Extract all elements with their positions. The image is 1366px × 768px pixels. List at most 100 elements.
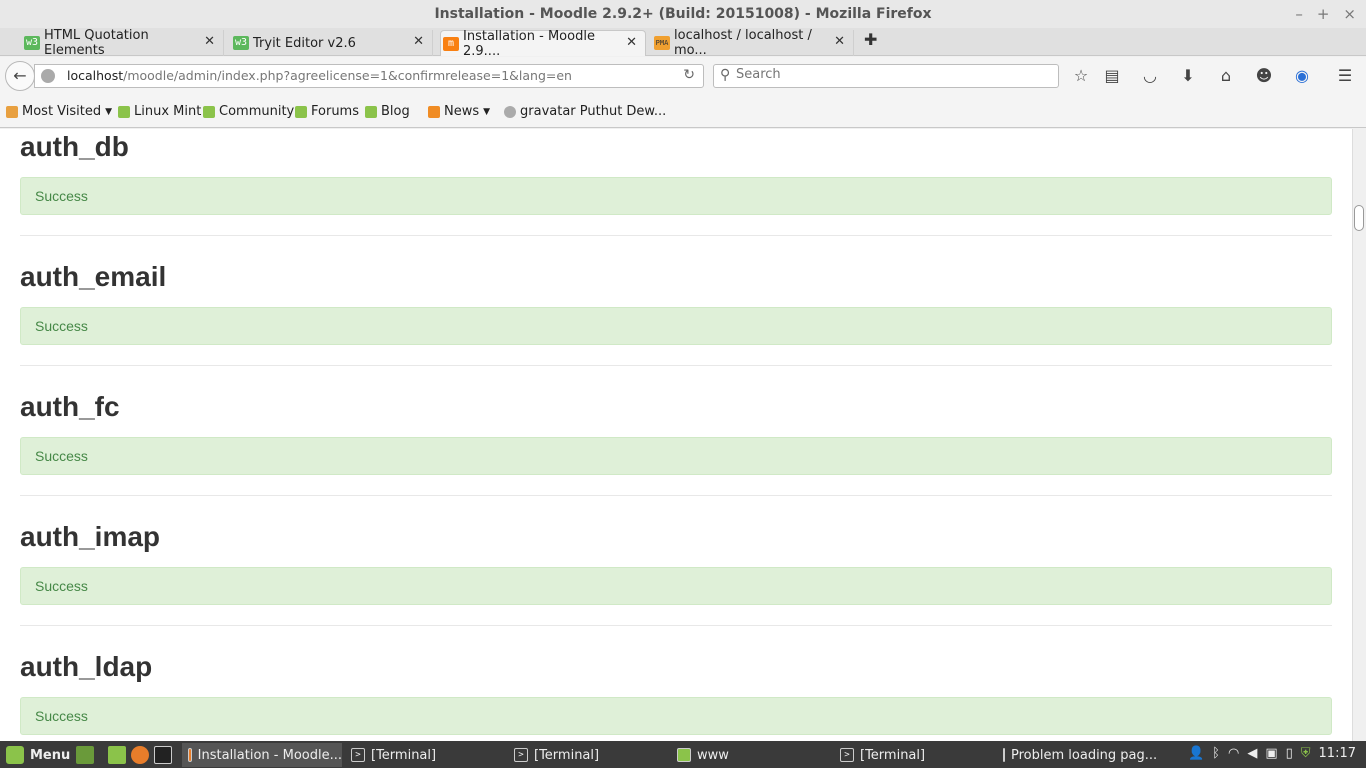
taskbar-item-www[interactable]: www [671,743,831,767]
shield-icon[interactable]: ⛨ [1301,746,1311,761]
folder-icon[interactable] [108,746,126,764]
bookmarks-toolbar: Most Visited ▼ Linux Mint Community Foru… [0,95,1366,128]
network-icon[interactable]: ▣ [1265,746,1277,761]
plugin-heading: auth_db [20,131,129,162]
bookmark-blog[interactable]: Blog [365,104,410,119]
most-visited-icon [6,105,18,118]
menu-label: Menu [30,747,71,763]
close-tab-icon[interactable]: ✕ [204,34,215,49]
home-icon[interactable]: ⌂ [1214,64,1238,88]
clock[interactable]: 11:17 [1319,746,1356,761]
taskbar-item-terminal-2[interactable]: > [Terminal] [508,743,668,767]
task-label: [Terminal] [860,747,926,763]
success-notification: Success [20,437,1332,475]
section-divider [20,365,1332,366]
success-notification: Success [20,307,1332,345]
close-tab-icon[interactable]: ✕ [834,34,845,49]
tab-html-quotation[interactable]: w3 HTML Quotation Elements ✕ [22,28,224,58]
show-desktop-icon[interactable] [76,746,94,764]
mint-icon [365,105,377,118]
bookmark-star-icon[interactable]: ☆ [1069,64,1093,88]
task-label: [Terminal] [371,747,437,763]
bookmark-label: gravatar Puthut Dew... [520,104,667,119]
reload-icon[interactable]: ↻ [683,67,695,83]
section-divider [20,495,1332,496]
window-title: Installation - Moodle 2.9.2+ (Build: 201… [434,6,932,22]
bookmark-community[interactable]: Community [203,104,294,119]
minimize-icon[interactable]: – [1295,0,1303,28]
terminal-icon: > [514,748,528,762]
tab-moodle-installation[interactable]: m Installation - Moodle 2.9.... ✕ [440,29,646,59]
bluetooth-icon[interactable]: ᛒ [1212,746,1220,761]
moodle-icon: m [443,37,459,51]
taskbar-item-terminal-3[interactable]: > [Terminal] [834,743,994,767]
bookmark-label: Forums [311,104,359,119]
hamburger-menu-icon[interactable]: ☰ [1333,64,1357,88]
volume-icon[interactable]: ◀ [1247,746,1257,761]
search-input[interactable] [736,67,1046,82]
plugin-heading: auth_ldap [20,651,153,682]
firefox-icon[interactable] [131,746,149,764]
hello-icon[interactable]: ☻ [1252,64,1276,88]
mint-icon [203,105,215,118]
plugin-section-auth-imap: auth_imap Success [20,519,1332,605]
bookmark-label: Blog [381,104,410,119]
terminal-icon[interactable] [154,746,172,764]
scrollbar-thumb[interactable] [1354,205,1364,231]
search-bar[interactable]: ⚲ [713,64,1059,88]
bookmark-label: Community [219,104,295,119]
pocket-icon[interactable]: ◡ [1138,64,1162,88]
close-tab-icon[interactable]: ✕ [626,35,637,50]
close-tab-icon[interactable]: ✕ [413,34,424,49]
maximize-icon[interactable]: + [1317,0,1330,28]
w3-icon: w3 [233,36,249,50]
plugin-heading: auth_imap [20,521,161,552]
plugin-section-auth-db: auth_db Success [20,129,1332,215]
folder-icon [677,748,691,762]
arrow-left-icon: ← [13,66,27,85]
addon-icon[interactable]: ◉ [1290,64,1314,88]
close-window-icon[interactable]: × [1343,0,1356,28]
start-menu-button[interactable]: Menu [6,744,70,766]
bookmark-linux-mint[interactable]: Linux Mint [118,104,201,119]
back-button[interactable]: ← [5,61,35,91]
url-path: /moodle/admin/index.php?agreelicense=1&c… [123,68,572,83]
phpmyadmin-icon: PMA [654,36,670,50]
user-icon[interactable]: 👤 [1188,746,1204,761]
mint-icon [118,105,130,118]
success-notification: Success [20,697,1332,735]
tab-tryit-editor[interactable]: w3 Tryit Editor v2.6 ✕ [231,30,433,56]
reading-list-icon[interactable]: ▤ [1100,64,1124,88]
new-tab-button[interactable]: ✚ [864,30,877,49]
url-host: localhost [67,68,124,83]
plugin-section-auth-email: auth_email Success [20,259,1332,345]
taskbar-item-terminal-1[interactable]: > [Terminal] [345,743,505,767]
bookmark-label: Most Visited [22,104,102,119]
task-label: www [697,747,729,763]
bookmark-news[interactable]: News ▼ [428,104,490,119]
download-icon[interactable]: ⬇ [1176,64,1200,88]
bookmark-gravatar[interactable]: gravatar Puthut Dew... [504,104,666,119]
task-label: Installation - Moodle... [197,747,342,763]
plugin-heading: auth_fc [20,391,120,422]
success-notification: Success [20,567,1332,605]
wifi-icon[interactable]: ◠ [1228,746,1239,761]
url-text[interactable]: localhost/moodle/admin/index.php?agreeli… [67,68,572,83]
page-content: auth_db Success auth_email Success auth_… [0,129,1352,741]
globe-icon [504,105,516,118]
taskbar-item-problem-loading[interactable]: Problem loading pag... [997,743,1157,767]
bookmark-most-visited[interactable]: Most Visited ▼ [6,104,112,119]
system-tray: 👤 ᛒ ◠ ◀ ▣ ▯ ⛨ 11:17 [1188,746,1356,761]
url-bar[interactable]: localhost/moodle/admin/index.php?agreeli… [34,64,704,88]
firefox-icon [188,748,192,762]
battery-icon[interactable]: ▯ [1286,746,1293,761]
task-label: [Terminal] [534,747,600,763]
bookmark-forums[interactable]: Forums [295,104,359,119]
taskbar-item-moodle[interactable]: Installation - Moodle... [182,743,342,767]
tab-label: HTML Quotation Elements [44,28,149,58]
tab-label: Tryit Editor v2.6 [253,35,356,51]
window-titlebar: Installation - Moodle 2.9.2+ (Build: 201… [0,0,1366,28]
section-divider [20,625,1332,626]
tab-phpmyadmin[interactable]: PMA localhost / localhost / mo... ✕ [652,28,854,58]
globe-icon [41,69,55,83]
